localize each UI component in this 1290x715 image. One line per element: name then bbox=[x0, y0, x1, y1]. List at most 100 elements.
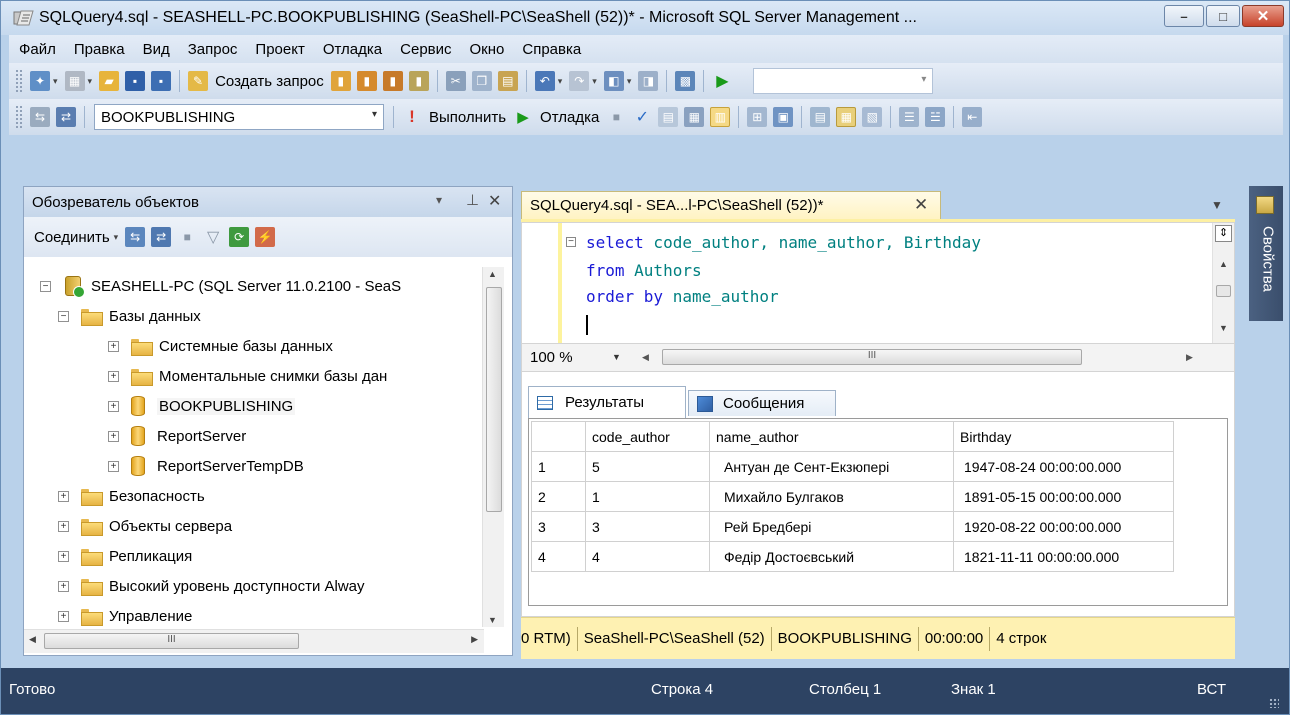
menu-edit[interactable]: Правка bbox=[65, 41, 134, 58]
scroll-up-icon[interactable]: ▲ bbox=[1219, 259, 1228, 269]
scroll-left-icon[interactable]: ◀ bbox=[29, 634, 36, 645]
split-window-icon[interactable]: ⇕ bbox=[1215, 225, 1232, 242]
menu-query[interactable]: Запрос bbox=[179, 41, 247, 58]
object-explorer-vscrollbar[interactable]: ▲ ▼ bbox=[482, 267, 504, 627]
database-select[interactable]: BOOKPUBLISHING ▾ bbox=[94, 104, 384, 130]
solution-config-combo[interactable]: ▾ bbox=[753, 68, 934, 94]
close-tab-icon[interactable]: ✕ bbox=[914, 195, 928, 215]
column-header[interactable]: code_author bbox=[585, 421, 710, 452]
menu-file[interactable]: Файл bbox=[9, 41, 65, 58]
activity-icon[interactable]: ⚡ bbox=[255, 227, 276, 247]
table-cell[interactable]: 1821-11-11 00:00:00.000 bbox=[953, 541, 1174, 572]
dmx-query-icon[interactable]: ▮ bbox=[382, 71, 403, 91]
row-number[interactable]: 2 bbox=[531, 481, 586, 512]
chevron-down-icon[interactable]: ▼ bbox=[612, 352, 621, 362]
object-explorer-hscrollbar[interactable]: ◀ III ▶ bbox=[24, 629, 484, 653]
comment-out-icon[interactable]: ☰ bbox=[899, 107, 920, 127]
table-cell[interactable]: Антуан де Сент-Екзюпері bbox=[709, 451, 954, 482]
menu-debug[interactable]: Отладка bbox=[314, 41, 391, 58]
start-debugging-icon[interactable]: ▶ bbox=[712, 71, 732, 91]
table-cell[interactable]: Михайло Булгаков bbox=[709, 481, 954, 512]
filter-icon[interactable]: ▽ bbox=[203, 227, 223, 247]
tree-node-replication[interactable]: + Репликация bbox=[58, 543, 192, 569]
close-button[interactable]: ✕ bbox=[1242, 5, 1284, 27]
debug-play-icon[interactable]: ▶ bbox=[513, 107, 533, 127]
connect-icon[interactable]: ⇆ bbox=[30, 107, 50, 127]
scroll-thumb[interactable]: III bbox=[662, 349, 1082, 365]
estimated-plan-icon[interactable]: ▤ bbox=[658, 107, 679, 127]
minimize-button[interactable]: – bbox=[1164, 5, 1204, 27]
navigate-forward-icon[interactable]: ◨ bbox=[638, 71, 659, 91]
pin-icon[interactable]: ⊥ bbox=[466, 191, 479, 209]
tree-node-snapshots[interactable]: + Моментальные снимки базы дан bbox=[108, 363, 387, 389]
scroll-up-icon[interactable]: ▲ bbox=[488, 269, 497, 279]
expand-icon[interactable]: + bbox=[58, 550, 69, 562]
uncomment-icon[interactable]: ☱ bbox=[925, 107, 946, 127]
results-to-file-icon[interactable]: ▧ bbox=[862, 107, 883, 127]
open-file-icon[interactable]: ▰ bbox=[99, 71, 120, 91]
table-cell[interactable]: 1947-08-24 00:00:00.000 bbox=[953, 451, 1174, 482]
results-to-text-icon[interactable]: ▤ bbox=[810, 107, 831, 127]
chevron-down-icon[interactable]: ▾ bbox=[114, 232, 119, 243]
tab-messages[interactable]: Сообщения bbox=[688, 390, 836, 416]
grid-corner[interactable] bbox=[531, 421, 586, 452]
tab-results[interactable]: Результаты bbox=[528, 386, 686, 418]
tree-node-server[interactable]: − SEASHELL-PC (SQL Server 11.0.2100 - Se… bbox=[40, 273, 401, 299]
expand-icon[interactable]: + bbox=[58, 610, 69, 622]
menu-project[interactable]: Проект bbox=[246, 41, 313, 58]
disconnect-icon[interactable]: ⇄ bbox=[151, 227, 172, 247]
active-files-dropdown-icon[interactable]: ▼ bbox=[1211, 198, 1223, 212]
collapse-icon[interactable]: − bbox=[40, 280, 51, 292]
scroll-right-icon[interactable]: ▶ bbox=[1186, 352, 1193, 363]
chevron-down-icon[interactable]: ▾ bbox=[53, 76, 58, 87]
table-cell[interactable]: Федір Достоєвський bbox=[709, 541, 954, 572]
change-connection-icon[interactable]: ⇄ bbox=[56, 107, 76, 127]
expand-icon[interactable]: + bbox=[108, 460, 119, 472]
close-panel-icon[interactable]: ✕ bbox=[488, 191, 501, 211]
toolbar-grip[interactable] bbox=[15, 105, 23, 129]
parse-icon[interactable]: ✓ bbox=[632, 107, 652, 127]
tree-node-system-databases[interactable]: + Системные базы данных bbox=[108, 333, 333, 359]
mdx-query-icon[interactable]: ▮ bbox=[356, 71, 377, 91]
table-cell[interactable]: 1 bbox=[585, 481, 710, 512]
redo-icon[interactable]: ↷ bbox=[569, 71, 590, 91]
table-cell[interactable]: 1891-05-15 00:00:00.000 bbox=[953, 481, 1174, 512]
chevron-down-icon[interactable]: ▾ bbox=[627, 76, 632, 87]
table-cell[interactable]: 3 bbox=[585, 511, 710, 542]
zoom-level[interactable]: 100 % bbox=[530, 349, 573, 366]
menu-help[interactable]: Справка bbox=[513, 41, 590, 58]
execute-icon[interactable]: ! bbox=[402, 107, 422, 127]
tab-sqlquery4[interactable]: SQLQuery4.sql - SEA...l-PC\SeaShell (52)… bbox=[521, 191, 941, 219]
ssms-app-icon[interactable] bbox=[13, 9, 35, 27]
execute-button[interactable]: Выполнить bbox=[429, 109, 506, 126]
xmla-query-icon[interactable]: ▮ bbox=[408, 71, 429, 91]
expand-icon[interactable]: + bbox=[58, 580, 69, 592]
collapse-icon[interactable]: − bbox=[58, 310, 69, 322]
maximize-button[interactable]: □ bbox=[1206, 5, 1240, 27]
decrease-indent-icon[interactable]: ⇤ bbox=[962, 107, 983, 127]
expand-icon[interactable]: + bbox=[108, 400, 119, 412]
results-to-grid-icon[interactable]: ▦ bbox=[836, 107, 857, 127]
scroll-left-icon[interactable]: ◀ bbox=[642, 352, 649, 363]
tree-node-reportserver[interactable]: + ReportServer bbox=[108, 423, 246, 449]
save-icon[interactable]: ▪ bbox=[125, 71, 146, 91]
table-cell[interactable]: 5 bbox=[585, 451, 710, 482]
scroll-down-icon[interactable]: ▼ bbox=[1219, 323, 1228, 333]
row-number[interactable]: 3 bbox=[531, 511, 586, 542]
cancel-execution-icon[interactable]: ■ bbox=[606, 107, 626, 127]
menu-window[interactable]: Окно bbox=[461, 41, 514, 58]
toolbar-grip[interactable] bbox=[15, 69, 23, 93]
query-editor[interactable]: − select code_author, name_author, Birth… bbox=[521, 222, 1235, 344]
tree-node-bookpublishing[interactable]: + BOOKPUBLISHING bbox=[108, 393, 296, 419]
connect-button[interactable]: Соединить bbox=[34, 229, 110, 246]
include-plan-icon[interactable]: ⊞ bbox=[747, 107, 768, 127]
expand-icon[interactable]: + bbox=[108, 370, 119, 382]
expand-icon[interactable]: + bbox=[108, 430, 119, 442]
outline-collapse-icon[interactable]: − bbox=[566, 237, 576, 247]
tree-node-management[interactable]: + Управление bbox=[58, 603, 192, 627]
tree-node-databases[interactable]: − Базы данных bbox=[58, 303, 201, 329]
stop-icon[interactable]: ■ bbox=[177, 227, 197, 247]
navigate-backward-icon[interactable]: ◧ bbox=[603, 71, 624, 91]
chevron-down-icon[interactable]: ▾ bbox=[88, 76, 93, 87]
editor-vscrollbar[interactable]: ⇕ ▲ ▼ bbox=[1212, 223, 1234, 343]
